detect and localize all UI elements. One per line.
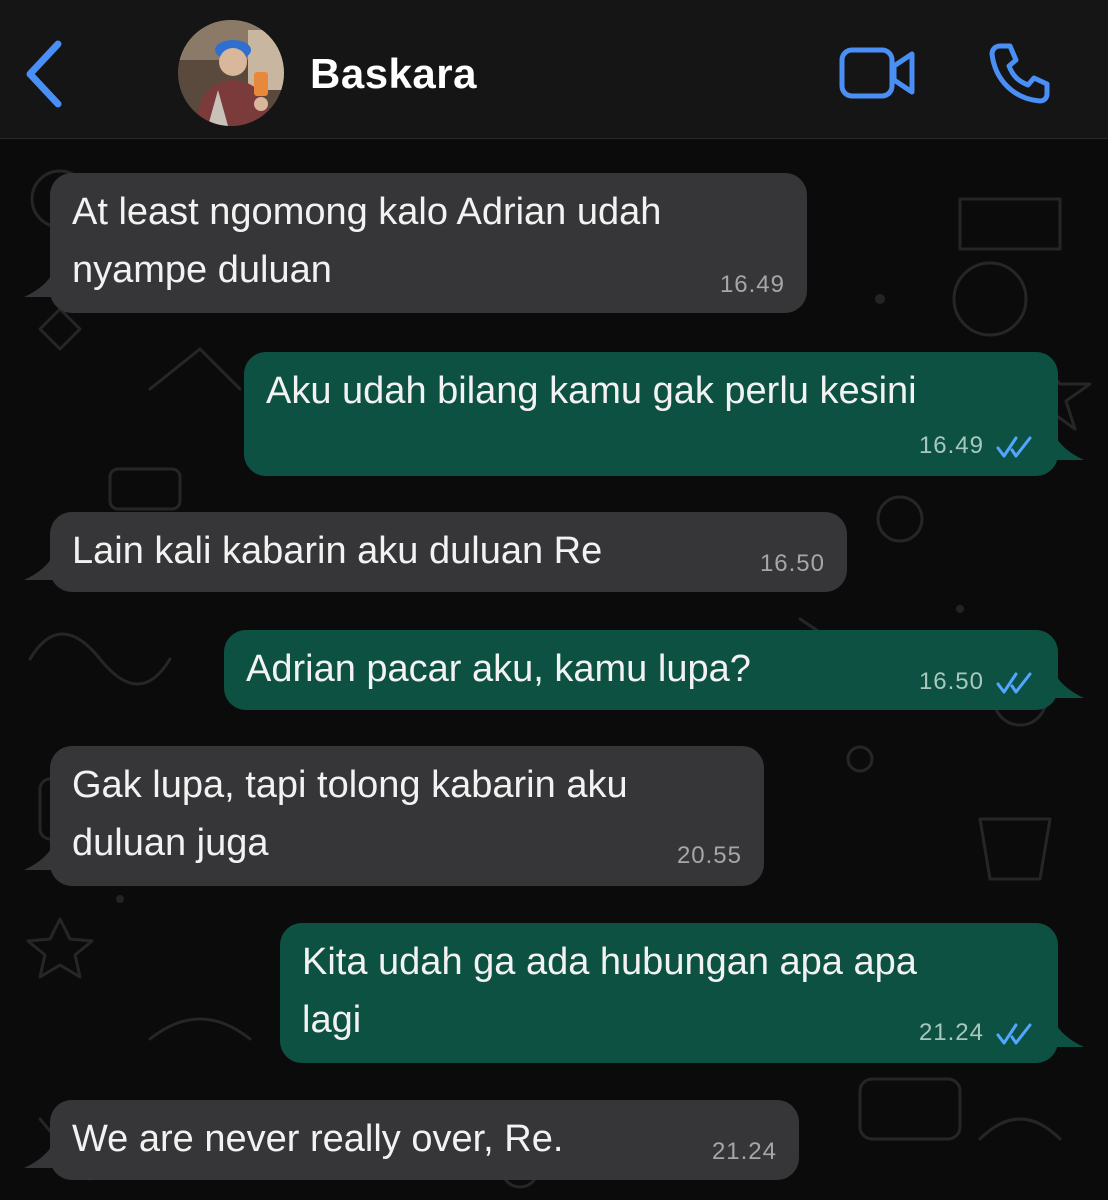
message-text: Gak lupa, tapi tolong kabarin aku duluan… bbox=[72, 764, 628, 864]
message-text: Aku udah bilang kamu gak perlu kesini bbox=[266, 370, 917, 412]
bubble-tail bbox=[24, 1142, 54, 1168]
message-bubble-incoming[interactable]: Gak lupa, tapi tolong kabarin aku duluan… bbox=[24, 746, 764, 886]
message-bubble-outgoing[interactable]: Kita udah ga ada hubungan apa apa lagi 2… bbox=[280, 923, 1084, 1063]
chevron-left-icon bbox=[26, 40, 62, 108]
message-bubble-incoming[interactable]: We are never really over, Re. 21.24 bbox=[24, 1100, 799, 1180]
chat-area[interactable]: At least ngomong kalo Adrian udah nyampe… bbox=[0, 139, 1108, 1200]
read-receipt-icon bbox=[996, 672, 1032, 694]
message-time: 16.50 bbox=[918, 668, 984, 695]
chat-header: Baskara bbox=[0, 0, 1108, 139]
message-time: 16.49 bbox=[918, 432, 984, 459]
voice-call-button[interactable] bbox=[986, 40, 1052, 106]
message-time: 21.24 bbox=[711, 1138, 777, 1165]
read-receipt-icon bbox=[996, 436, 1032, 458]
read-receipt-icon bbox=[996, 1023, 1032, 1045]
message-bubble-incoming[interactable]: Lain kali kabarin aku duluan Re 16.50 bbox=[24, 512, 847, 592]
message-time: 20.55 bbox=[676, 842, 742, 869]
message-text: At least ngomong kalo Adrian udah nyampe… bbox=[72, 191, 662, 291]
video-call-button[interactable] bbox=[838, 46, 918, 100]
message-text: We are never really over, Re. bbox=[72, 1118, 564, 1160]
message-time: 16.49 bbox=[719, 271, 785, 298]
message-bubble-outgoing[interactable]: Adrian pacar aku, kamu lupa? 16.50 bbox=[224, 630, 1084, 710]
message-text: Lain kali kabarin aku duluan Re bbox=[72, 530, 603, 572]
message-text: Kita udah ga ada hubungan apa apa lagi bbox=[302, 941, 917, 1041]
video-camera-icon bbox=[839, 47, 915, 99]
contact-name[interactable]: Baskara bbox=[310, 50, 477, 98]
bubble-tail bbox=[1054, 672, 1084, 698]
back-button[interactable] bbox=[20, 38, 70, 110]
bubble-tail bbox=[24, 271, 54, 297]
bubble-tail bbox=[24, 844, 54, 870]
message-text: Adrian pacar aku, kamu lupa? bbox=[246, 648, 751, 690]
contact-avatar[interactable] bbox=[178, 20, 284, 126]
bubble-tail bbox=[24, 554, 54, 580]
message-bubble-incoming[interactable]: At least ngomong kalo Adrian udah nyampe… bbox=[24, 173, 807, 313]
bubble-tail bbox=[1054, 1021, 1084, 1047]
phone-icon bbox=[989, 43, 1050, 104]
message-time: 16.50 bbox=[759, 550, 825, 577]
bubble-tail bbox=[1054, 434, 1084, 460]
message-time: 21.24 bbox=[918, 1019, 984, 1046]
message-bubble-outgoing[interactable]: Aku udah bilang kamu gak perlu kesini 16… bbox=[244, 352, 1084, 476]
avatar-image bbox=[178, 20, 284, 126]
